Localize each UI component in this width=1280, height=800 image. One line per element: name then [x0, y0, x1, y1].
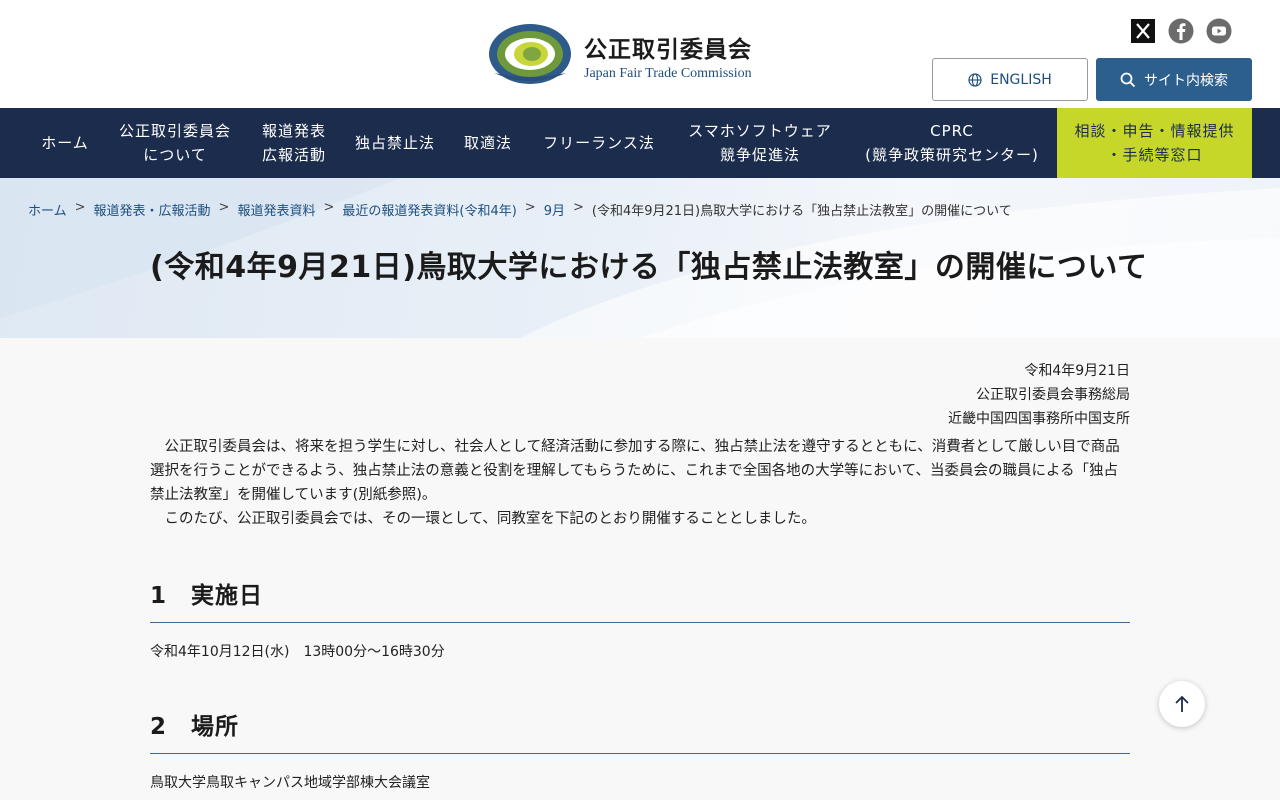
nav-antimonopoly[interactable]: 独占禁止法	[344, 108, 446, 178]
breadcrumb: ホーム > 報道発表・広報活動 > 報道発表資料 > 最近の報道発表資料(令和4…	[28, 200, 1012, 219]
search-label: サイト内検索	[1144, 72, 1228, 89]
x-icon[interactable]	[1130, 18, 1156, 44]
event-venue: 鳥取大学鳥取キャンパス地域学部棟大会議室	[150, 775, 430, 791]
nav-consultation[interactable]: 相談・申告・情報提供 ・手続等窓口	[1057, 108, 1252, 178]
nav-press[interactable]: 報道発表 広報活動	[250, 108, 338, 178]
site-search-button[interactable]: サイト内検索	[1096, 58, 1252, 101]
event-date: 令和4年10月12日(水) 13時00分～16時30分	[150, 644, 445, 660]
section-heading-venue: 2 場所	[150, 707, 1130, 754]
breadcrumb-separator: >	[524, 200, 536, 215]
breadcrumb-separator: >	[218, 200, 230, 215]
nav-home[interactable]: ホーム	[28, 108, 102, 178]
jftc-logo[interactable]	[488, 23, 572, 85]
english-button[interactable]: ENGLISH	[932, 58, 1088, 101]
globe-icon	[968, 72, 982, 87]
facebook-icon[interactable]	[1168, 18, 1194, 44]
section-heading-date: 1 実施日	[150, 576, 1130, 623]
site-subtitle: Japan Fair Trade Commission	[584, 66, 752, 81]
back-to-top-button[interactable]	[1159, 681, 1205, 727]
breadcrumb-september[interactable]: 9月	[544, 200, 565, 219]
breadcrumb-press-releases[interactable]: 報道発表資料	[237, 200, 315, 219]
nav-smartphone[interactable]: スマホソフトウェア 競争促進法	[674, 108, 846, 178]
breadcrumb-separator: >	[572, 200, 584, 215]
english-label: ENGLISH	[990, 71, 1052, 88]
arrow-up-icon	[1175, 695, 1189, 712]
breadcrumb-home[interactable]: ホーム	[28, 200, 67, 219]
issuing-organization: 公正取引委員会事務総局	[976, 387, 1130, 403]
notice-paragraph: このたび、公正取引委員会では、その一環として、同教室を下記のとおり開催することと…	[150, 511, 816, 527]
nav-cprc[interactable]: CPRC (競争政策研究センター)	[852, 108, 1052, 178]
youtube-icon[interactable]	[1206, 18, 1232, 44]
breadcrumb-press[interactable]: 報道発表・広報活動	[94, 200, 211, 219]
site-title[interactable]: 公正取引委員会	[584, 30, 752, 64]
nav-freelance[interactable]: フリーランス法	[530, 108, 668, 178]
breadcrumb-current: (令和4年9月21日)鳥取大学における「独占禁止法教室」の開催について	[591, 204, 1012, 219]
nav-about[interactable]: 公正取引委員会 について	[106, 108, 244, 178]
issuing-office: 近畿中国四国事務所中国支所	[948, 411, 1130, 427]
main-nav: ホーム 公正取引委員会 について 報道発表 広報活動 独占禁止法 取適法 フリー…	[0, 108, 1280, 178]
site-header: 公正取引委員会 Japan Fair Trade Commission ENGL…	[0, 0, 1280, 108]
search-icon	[1120, 72, 1136, 87]
breadcrumb-separator: >	[74, 200, 86, 215]
release-date: 令和4年9月21日	[1024, 363, 1130, 379]
page-title: (令和4年9月21日)鳥取大学における「独占禁止法教室」の開催について	[150, 250, 1148, 285]
page-header-banner: ホーム > 報道発表・広報活動 > 報道発表資料 > 最近の報道発表資料(令和4…	[0, 178, 1280, 338]
nav-toriteki[interactable]: 取適法	[452, 108, 524, 178]
breadcrumb-separator: >	[323, 200, 335, 215]
breadcrumb-recent-r4[interactable]: 最近の報道発表資料(令和4年)	[342, 200, 516, 219]
intro-paragraph: 公正取引委員会は、将来を担う学生に対し、社会人として経済活動に参加する際に、独占…	[150, 439, 1120, 503]
